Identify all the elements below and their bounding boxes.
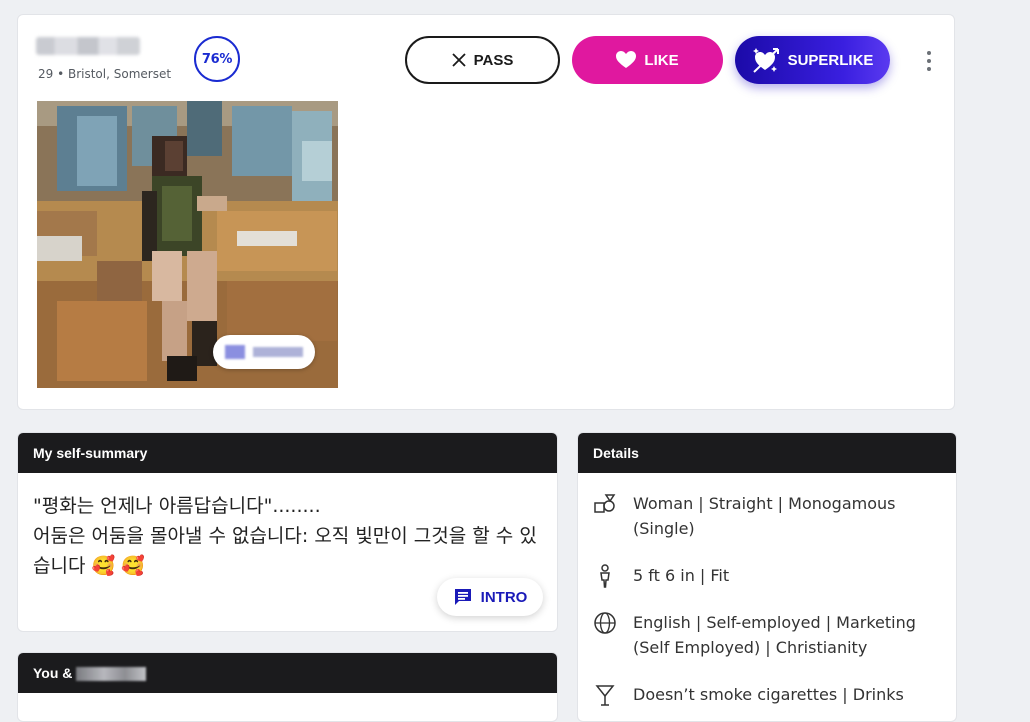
like-button[interactable]: LIKE bbox=[572, 36, 723, 84]
detail-row: 5 ft 6 in | Fit bbox=[592, 563, 933, 589]
detail-row: Woman | Straight | Monogamous (Single) bbox=[592, 491, 933, 541]
like-label: LIKE bbox=[644, 51, 679, 69]
you-and-label: You & bbox=[33, 665, 73, 681]
intro-button[interactable]: INTRO bbox=[437, 578, 543, 616]
you-and-match-title: You & bbox=[18, 653, 557, 693]
cocktail-icon bbox=[595, 685, 615, 706]
details-title: Details bbox=[578, 433, 956, 473]
profile-photo[interactable] bbox=[37, 101, 338, 388]
detail-text: Woman | Straight | Monogamous (Single) bbox=[633, 494, 896, 538]
self-summary-text: "평화는 언제나 아름답습니다"........ 어둠은 어둠을 몰아낼 수 없… bbox=[33, 495, 537, 577]
superlike-button[interactable]: SUPERLIKE bbox=[735, 36, 890, 84]
detail-row: English | Self-employed | Marketing (Sel… bbox=[592, 610, 933, 660]
intro-label: INTRO bbox=[480, 588, 528, 606]
gender-icon bbox=[594, 494, 616, 513]
detail-text: 5 ft 6 in | Fit bbox=[633, 566, 730, 585]
profile-meta: 29 • Bristol, Somerset bbox=[38, 67, 172, 81]
globe-icon bbox=[594, 612, 616, 634]
pass-label: PASS bbox=[473, 51, 514, 69]
detail-text: English | Self-employed | Marketing (Sel… bbox=[633, 613, 916, 657]
superlike-label: SUPERLIKE bbox=[787, 51, 874, 69]
heart-arrow-icon bbox=[752, 48, 779, 73]
pass-button[interactable]: PASS bbox=[405, 36, 560, 84]
self-summary-panel: My self-summary "평화는 언제나 아름답습니다"........… bbox=[17, 432, 558, 632]
detail-text: Doesn’t smoke cigarettes | Drinks bbox=[633, 685, 904, 704]
self-summary-title: My self-summary bbox=[18, 433, 557, 473]
you-and-match-panel: You & bbox=[17, 652, 558, 722]
verified-badge bbox=[213, 335, 315, 369]
profile-name-redacted bbox=[36, 37, 140, 55]
person-icon bbox=[600, 564, 610, 588]
detail-row: Doesn’t smoke cigarettes | Drinks bbox=[592, 682, 933, 708]
heart-icon bbox=[616, 51, 637, 68]
match-percentage-badge[interactable]: 76% bbox=[194, 36, 240, 82]
message-icon bbox=[454, 589, 471, 605]
profile-card: 29 • Bristol, Somerset 76% PASS LIKE SUP… bbox=[17, 14, 955, 410]
more-options-icon[interactable] bbox=[922, 48, 936, 74]
details-panel: Details Woman | Straight | Monogamous (S… bbox=[577, 432, 957, 722]
match-name-redacted bbox=[76, 667, 147, 682]
close-icon bbox=[451, 53, 466, 67]
